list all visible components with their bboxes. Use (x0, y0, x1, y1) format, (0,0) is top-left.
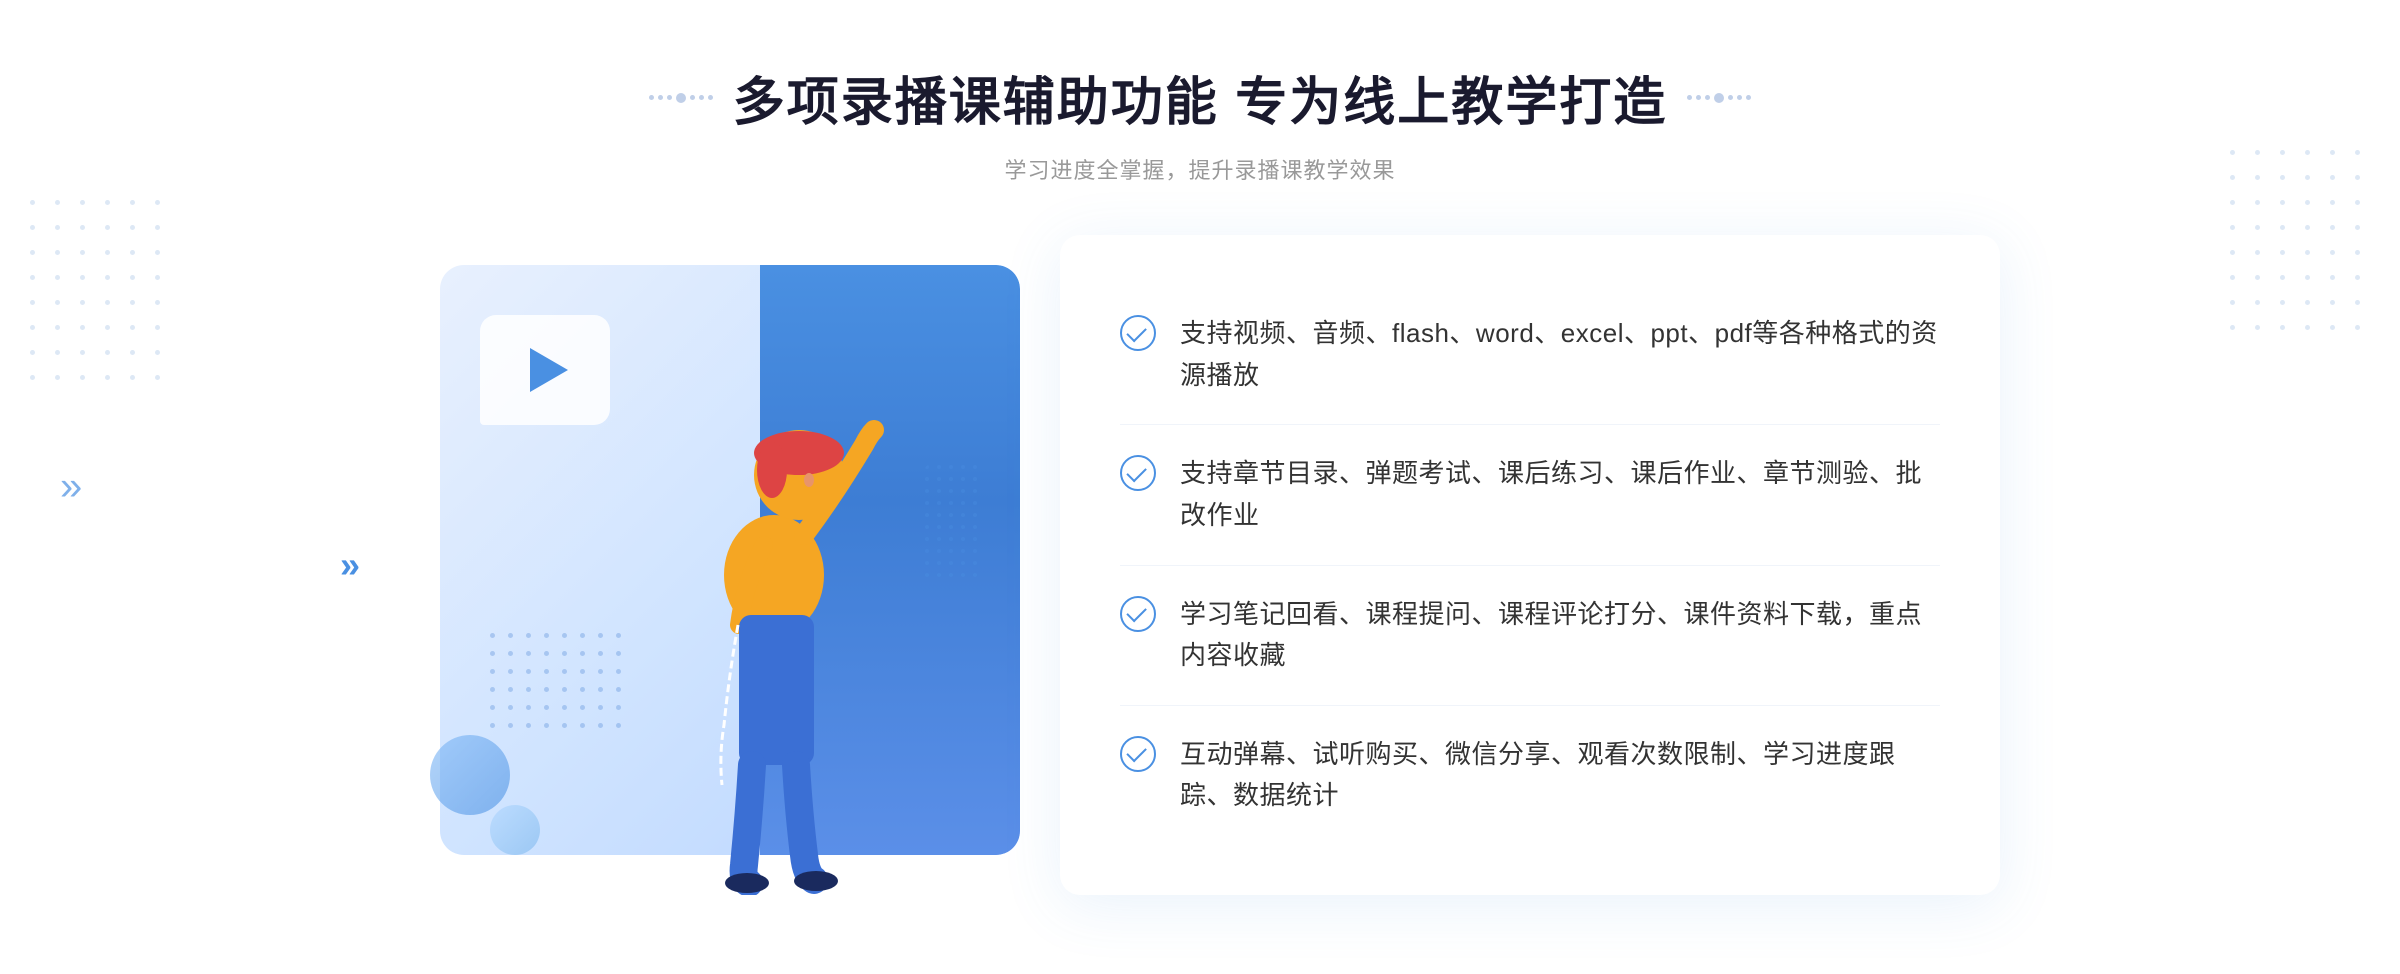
bg-dots-right (2230, 150, 2370, 340)
feature-text-1: 支持视频、音频、flash、word、excel、ppt、pdf等各种格式的资源… (1180, 313, 1940, 396)
feature-text-2: 支持章节目录、弹题考试、课后练习、课后作业、章节测验、批改作业 (1180, 453, 1940, 536)
title-row: 多项录播课辅助功能 专为线上教学打造 (649, 60, 1751, 135)
title-decoration-right (1687, 93, 1751, 103)
feature-item-3: 学习笔记回看、课程提问、课程评论打分、课件资料下载，重点内容收藏 (1120, 566, 1940, 706)
circle-decoration-1 (430, 735, 510, 815)
page-container: 多项录播课辅助功能 专为线上教学打造 学习进度全掌握，提升录播课教学效果 » (0, 0, 2400, 974)
feature-item-1: 支持视频、音频、flash、word、excel、ppt、pdf等各种格式的资源… (1120, 285, 1940, 425)
subtitle: 学习进度全掌握，提升录播课教学效果 (649, 153, 1751, 185)
play-triangle-icon (530, 348, 568, 392)
bg-dots-left (30, 200, 170, 390)
left-arrow-decoration: » (340, 544, 360, 586)
check-icon-3 (1120, 596, 1156, 632)
title-decoration-left (649, 93, 713, 103)
feature-item-4: 互动弹幕、试听购买、微信分享、观看次数限制、学习进度跟踪、数据统计 (1120, 706, 1940, 845)
check-icon-4 (1120, 736, 1156, 772)
header-section: 多项录播课辅助功能 专为线上教学打造 学习进度全掌握，提升录播课教学效果 (649, 60, 1751, 185)
person-illustration (604, 325, 944, 895)
check-icon-1 (1120, 315, 1156, 351)
play-button-bubble (480, 315, 610, 425)
feature-text-4: 互动弹幕、试听购买、微信分享、观看次数限制、学习进度跟踪、数据统计 (1180, 734, 1940, 817)
illustration-container (400, 235, 1080, 895)
feature-text-3: 学习笔记回看、课程提问、课程评论打分、课件资料下载，重点内容收藏 (1180, 594, 1940, 677)
main-content: » (400, 235, 2000, 895)
left-chevron-decoration: » (60, 465, 82, 510)
feature-item-2: 支持章节目录、弹题考试、课后练习、课后作业、章节测验、批改作业 (1120, 425, 1940, 565)
check-icon-2 (1120, 455, 1156, 491)
features-container: 支持视频、音频、flash、word、excel、ppt、pdf等各种格式的资源… (1060, 235, 2000, 895)
circle-decoration-2 (490, 805, 540, 855)
main-title: 多项录播课辅助功能 专为线上教学打造 (733, 60, 1667, 135)
